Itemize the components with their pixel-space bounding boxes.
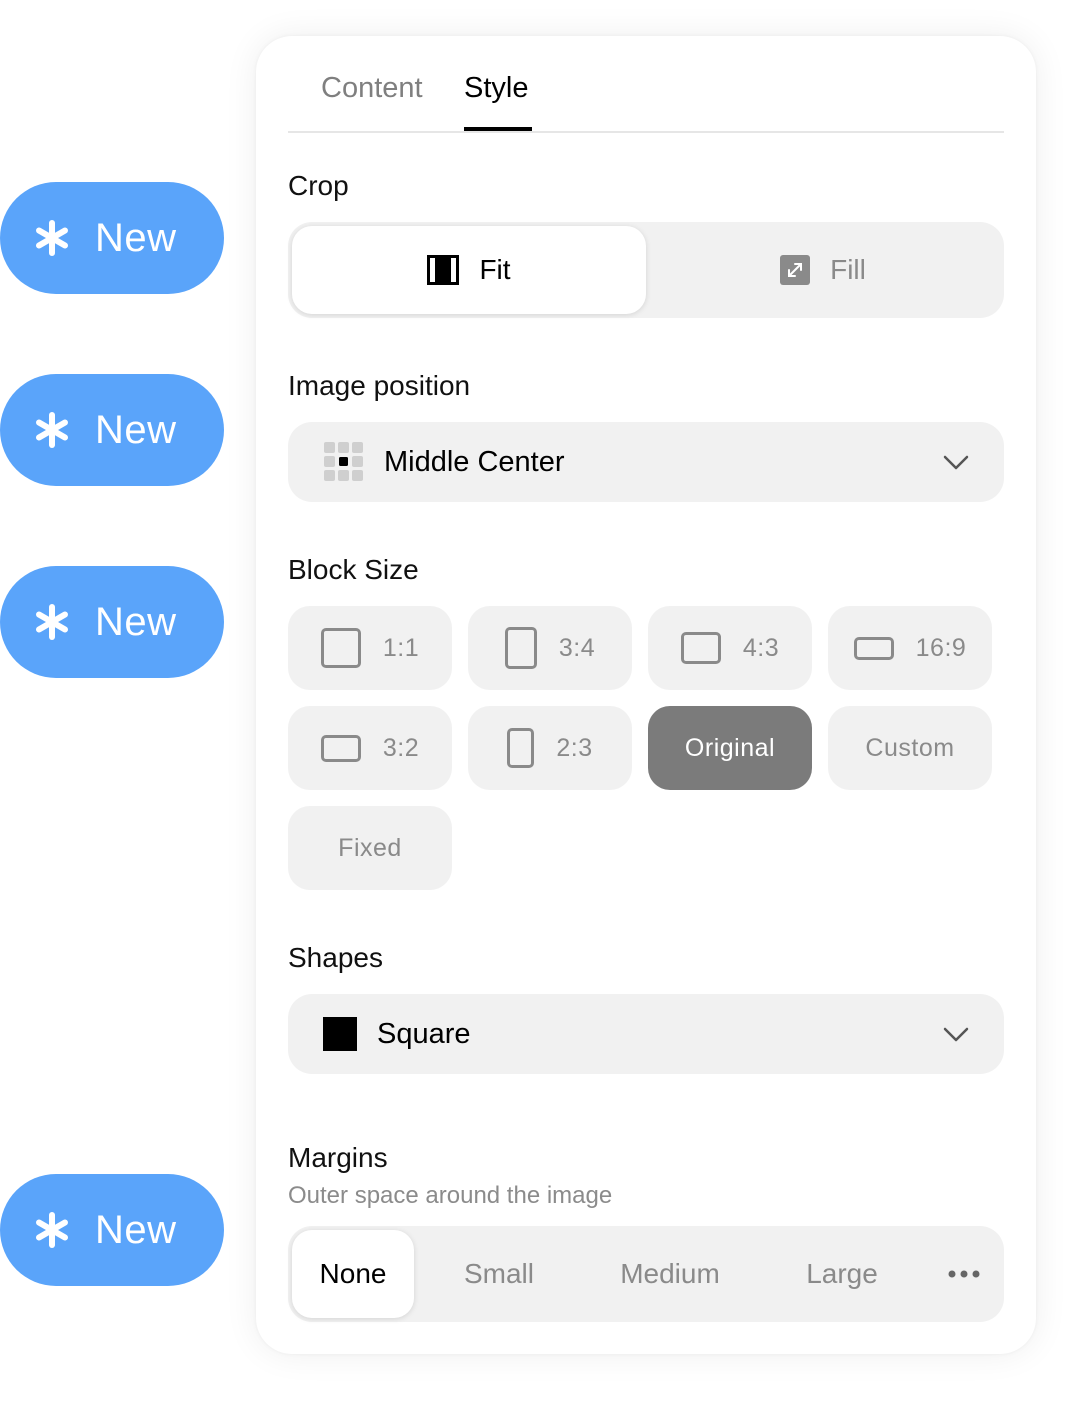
margins-description: Outer space around the image — [288, 1182, 613, 1209]
tab-style[interactable]: Style — [464, 72, 528, 105]
block-size-16-9[interactable]: 16:9 — [828, 606, 992, 690]
block-size-option-label: Custom — [865, 733, 955, 762]
portrait-ratio-icon — [504, 627, 537, 669]
block-size-1-1[interactable]: 1:1 — [288, 606, 452, 690]
margins-label: Margins — [288, 1142, 388, 1173]
portrait-ratio-icon — [507, 728, 535, 768]
new-badge[interactable]: New — [0, 374, 224, 486]
landscape-ratio-icon — [320, 734, 361, 762]
image-position-dropdown[interactable]: Middle Center — [288, 422, 1004, 502]
asterisk-icon — [36, 220, 68, 256]
square-icon — [323, 1017, 357, 1051]
chevron-down-icon — [943, 1027, 969, 1042]
block-size-option-label: Original — [684, 733, 776, 762]
block-size-3-4[interactable]: 3:4 — [468, 606, 632, 690]
new-badge[interactable]: New — [0, 566, 224, 678]
expand-icon — [780, 255, 811, 285]
shapes-value: Square — [377, 1017, 471, 1050]
margin-large-option[interactable]: Large — [780, 1230, 904, 1318]
asterisk-icon — [36, 604, 68, 640]
block-size-option-label: 3:4 — [558, 633, 596, 662]
crop-fill-label: Fill — [830, 254, 866, 285]
crop-fit-label: Fit — [479, 254, 511, 285]
block-size-2-3[interactable]: 2:3 — [468, 706, 632, 790]
block-size-fixed[interactable]: Fixed — [288, 806, 452, 890]
block-size-custom[interactable]: Custom — [828, 706, 992, 790]
more-options-button[interactable] — [928, 1230, 1000, 1318]
widescreen-ratio-icon — [853, 636, 894, 660]
asterisk-icon — [36, 1212, 68, 1248]
crop-label: Crop — [288, 170, 349, 201]
new-badge-label: New — [95, 599, 177, 644]
margins-segmented-control: None Small Medium Large — [288, 1226, 1004, 1322]
new-badge-label: New — [95, 407, 177, 452]
square-ratio-icon — [320, 628, 361, 668]
new-badge[interactable]: New — [0, 1174, 224, 1286]
image-position-value: Middle Center — [384, 445, 565, 478]
asterisk-icon — [36, 412, 68, 448]
block-size-option-label: 3:2 — [382, 733, 420, 762]
new-badge-label: New — [95, 215, 177, 260]
landscape-ratio-icon — [680, 632, 721, 664]
new-badge[interactable]: New — [0, 182, 224, 294]
block-size-option-label: Fixed — [338, 833, 402, 862]
new-badge-label: New — [95, 1207, 177, 1252]
tab-content[interactable]: Content — [321, 72, 423, 105]
more-horizontal-icon — [948, 1270, 980, 1278]
block-size-option-label: 4:3 — [742, 633, 780, 662]
crop-fill-option[interactable]: Fill — [646, 226, 1000, 314]
block-size-option-label: 1:1 — [382, 633, 420, 662]
block-size-label: Block Size — [288, 554, 419, 585]
image-position-label: Image position — [288, 370, 471, 401]
margin-small-option[interactable]: Small — [438, 1230, 560, 1318]
grid-dot-icon — [324, 442, 363, 481]
active-tab-indicator — [464, 127, 532, 131]
shapes-dropdown[interactable]: Square — [288, 994, 1004, 1074]
crop-segmented-control: Fit Fill — [288, 222, 1004, 318]
style-settings-panel: Content Style Crop Fit Fill Image positi… — [256, 36, 1036, 1354]
margin-none-option[interactable]: None — [292, 1230, 414, 1318]
fit-frame-icon — [427, 255, 460, 285]
crop-fit-option[interactable]: Fit — [292, 226, 646, 314]
block-size-option-label: 16:9 — [915, 633, 967, 662]
block-size-original[interactable]: Original — [648, 706, 812, 790]
tab-bar: Content Style — [288, 36, 1004, 133]
block-size-option-label: 2:3 — [556, 733, 593, 762]
chevron-down-icon — [943, 455, 969, 470]
margin-medium-option[interactable]: Medium — [598, 1230, 742, 1318]
block-size-3-2[interactable]: 3:2 — [288, 706, 452, 790]
shapes-label: Shapes — [288, 942, 383, 973]
block-size-4-3[interactable]: 4:3 — [648, 606, 812, 690]
